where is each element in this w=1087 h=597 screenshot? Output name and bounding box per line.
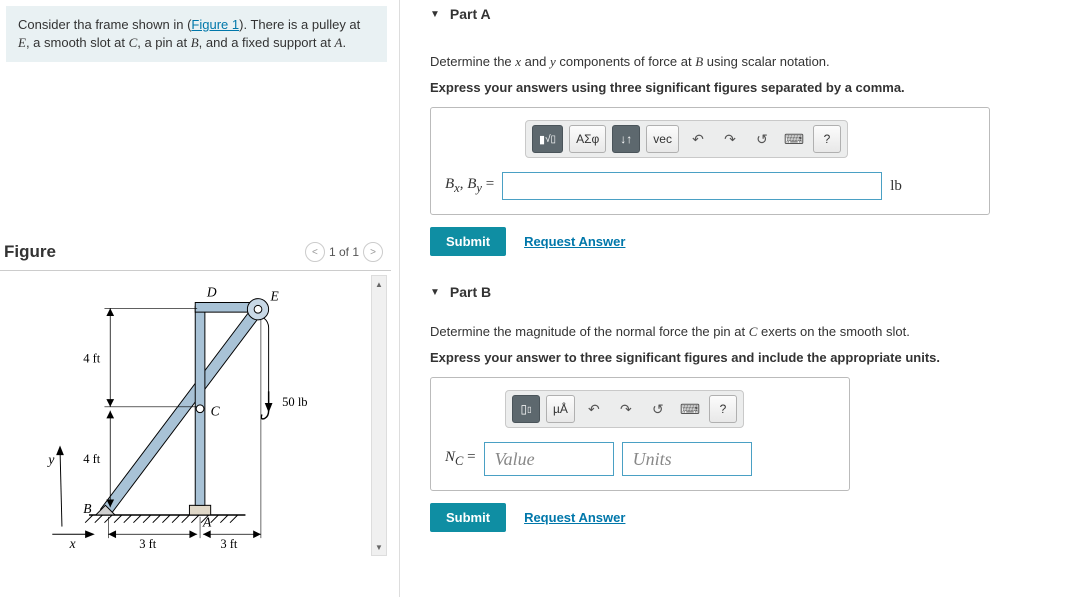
scroll-up-icon[interactable]: ▲: [372, 276, 386, 292]
svg-text:y: y: [46, 452, 54, 467]
svg-text:50 lb: 50 lb: [282, 395, 307, 409]
svg-text:4 ft: 4 ft: [83, 452, 101, 466]
problem-statement: Consider tha frame shown in (Figure 1). …: [6, 6, 387, 62]
svg-text:x: x: [69, 536, 76, 551]
svg-text:C: C: [211, 404, 221, 419]
undo-icon[interactable]: ↶: [581, 396, 607, 422]
part-a-answer-box: ▮√▯ ΑΣφ ↓↑ vec ↶ ↷ ↺ ⌨ ? Bx, By = lb: [430, 107, 990, 215]
svg-text:3 ft: 3 ft: [139, 537, 157, 551]
caret-down-icon: ▼: [430, 9, 440, 20]
templates-button[interactable]: ▯▯: [512, 395, 540, 423]
part-b-instructions: Express your answer to three significant…: [430, 348, 1087, 368]
greek-button[interactable]: ΑΣφ: [569, 125, 606, 153]
reset-icon[interactable]: ↺: [749, 126, 775, 152]
part-a-request-answer-link[interactable]: Request Answer: [524, 234, 625, 249]
part-b-value-input[interactable]: Value: [484, 442, 614, 476]
part-b-question: Determine the magnitude of the normal fo…: [430, 322, 1087, 342]
part-a-submit-button[interactable]: Submit: [430, 227, 506, 256]
subscript-button[interactable]: ↓↑: [612, 125, 640, 153]
svg-text:3 ft: 3 ft: [220, 537, 238, 551]
keyboard-icon[interactable]: ⌨: [781, 126, 807, 152]
part-b-request-answer-link[interactable]: Request Answer: [524, 510, 625, 525]
part-a-lhs: Bx, By =: [445, 176, 494, 196]
reset-icon[interactable]: ↺: [645, 396, 671, 422]
part-b-submit-button[interactable]: Submit: [430, 503, 506, 532]
part-a-units: lb: [890, 178, 902, 195]
svg-text:E: E: [270, 289, 280, 304]
units-button[interactable]: µÅ: [546, 395, 575, 423]
svg-text:D: D: [206, 285, 217, 300]
svg-text:B: B: [83, 501, 91, 516]
figure-prev-button[interactable]: <: [305, 242, 325, 262]
figure-next-button[interactable]: >: [363, 242, 383, 262]
redo-icon[interactable]: ↷: [717, 126, 743, 152]
templates-button[interactable]: ▮√▯: [532, 125, 563, 153]
part-a-question: Determine the x and y components of forc…: [430, 52, 1087, 72]
figure-scrollbar[interactable]: ▲ ▼: [371, 275, 387, 556]
part-a-input[interactable]: [502, 172, 882, 200]
figure-image: y x: [4, 275, 371, 556]
figure-counter: 1 of 1: [329, 245, 359, 259]
part-a-toolbar: ▮√▯ ΑΣφ ↓↑ vec ↶ ↷ ↺ ⌨ ?: [525, 120, 848, 158]
part-b-header[interactable]: ▼ Part B: [430, 284, 1087, 300]
help-button[interactable]: ?: [813, 125, 841, 153]
part-b-answer-box: ▯▯ µÅ ↶ ↷ ↺ ⌨ ? NC = Value Units: [430, 377, 850, 491]
figure-link[interactable]: Figure 1: [191, 17, 239, 32]
svg-text:4 ft: 4 ft: [83, 352, 101, 366]
caret-down-icon: ▼: [430, 287, 440, 298]
part-a-instructions: Express your answers using three signifi…: [430, 78, 1087, 98]
keyboard-icon[interactable]: ⌨: [677, 396, 703, 422]
part-b-toolbar: ▯▯ µÅ ↶ ↷ ↺ ⌨ ?: [505, 390, 744, 428]
help-button[interactable]: ?: [709, 395, 737, 423]
scroll-down-icon[interactable]: ▼: [372, 539, 386, 555]
part-b-units-input[interactable]: Units: [622, 442, 752, 476]
undo-icon[interactable]: ↶: [685, 126, 711, 152]
part-a-header[interactable]: ▼ Part A: [430, 6, 1087, 22]
part-b-lhs: NC =: [445, 449, 476, 469]
vec-button[interactable]: vec: [646, 125, 679, 153]
svg-text:A: A: [202, 515, 212, 530]
figure-title: Figure: [4, 242, 56, 262]
redo-icon[interactable]: ↷: [613, 396, 639, 422]
